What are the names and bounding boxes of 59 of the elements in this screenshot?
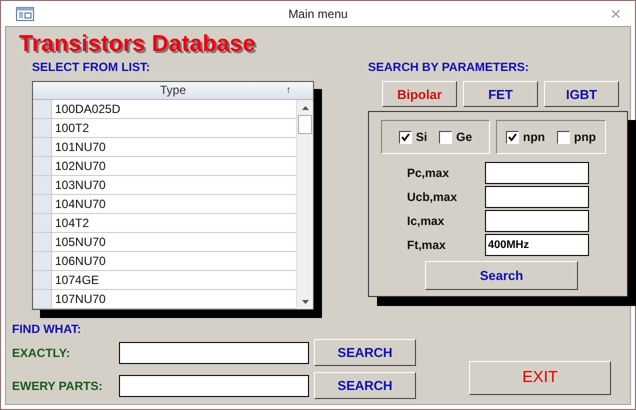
search-button[interactable]: SEARCH [314, 372, 416, 399]
checkbox[interactable] [557, 130, 570, 144]
table-cell[interactable]: 1074GE [52, 271, 296, 289]
row-selector[interactable] [33, 157, 52, 175]
form-icon [16, 6, 34, 20]
field-label: EXACTLY: [12, 346, 72, 360]
type-tab[interactable]: IGBT [544, 81, 619, 107]
checkbox[interactable] [439, 130, 452, 144]
row-selector[interactable] [33, 195, 52, 213]
field-label: Ic,max [407, 214, 446, 228]
type-tab[interactable]: FET [463, 81, 538, 107]
row-selector[interactable] [33, 271, 52, 289]
table-cell[interactable]: 107NU70 [52, 290, 296, 308]
table-cell[interactable]: 103NU70 [52, 176, 296, 194]
row-selector[interactable] [33, 138, 52, 156]
field-label: Ft,max [407, 238, 447, 252]
window-title: Main menu [288, 6, 348, 20]
row-selector[interactable] [33, 100, 52, 118]
input-field[interactable] [119, 374, 309, 396]
input-field[interactable]: 400MHz [485, 234, 589, 256]
table-cell[interactable]: 100T2 [52, 119, 296, 137]
table-cell[interactable]: 100DA025D [52, 100, 296, 118]
row-selector[interactable] [33, 252, 52, 270]
row-selector[interactable] [33, 214, 52, 232]
checkbox-label: npn [523, 130, 545, 144]
sort-indicator[interactable]: ↑ [286, 82, 291, 99]
input-field[interactable] [485, 186, 589, 208]
row-selector[interactable] [33, 233, 52, 251]
table-cell[interactable]: 106NU70 [52, 252, 296, 270]
table-cell[interactable]: 105NU70 [52, 233, 296, 251]
scrollbar-thumb[interactable] [298, 115, 312, 134]
table-cell[interactable]: 101NU70 [52, 138, 296, 156]
section-label: SELECT FROM LIST: [32, 60, 150, 74]
search-button[interactable]: Search [425, 261, 578, 290]
scroll-up-icon[interactable] [302, 106, 308, 110]
app-title: Transistors Database [19, 30, 256, 57]
scroll-down-icon[interactable] [302, 300, 308, 304]
field-label: Ucb,max [407, 190, 458, 204]
row-selector[interactable] [33, 290, 52, 308]
row-selector[interactable] [33, 119, 52, 137]
search-button[interactable]: SEARCH [314, 339, 416, 366]
input-field[interactable] [119, 342, 309, 364]
section-label: FIND WHAT: [12, 322, 82, 336]
field-label: Pc,max [407, 166, 450, 180]
checkbox-label: Si [416, 130, 428, 144]
scrollbar[interactable] [296, 100, 313, 309]
checkbox-label: Ge [456, 130, 472, 144]
table-cell[interactable]: 102NU70 [52, 157, 296, 175]
checkbox[interactable] [398, 130, 412, 144]
table-cell[interactable]: 104NU70 [52, 195, 296, 213]
table-cell[interactable]: 104T2 [52, 214, 296, 232]
type-tab[interactable]: Bipolar [382, 81, 457, 107]
section-label: SEARCH BY PARAMETERS: [368, 60, 529, 74]
input-field[interactable] [485, 210, 589, 232]
field-label: EWERY PARTS: [12, 378, 104, 392]
checkbox-label: pnp [574, 130, 596, 144]
input-field[interactable] [485, 162, 589, 184]
row-selector[interactable] [33, 176, 52, 194]
checkbox[interactable] [506, 130, 519, 144]
